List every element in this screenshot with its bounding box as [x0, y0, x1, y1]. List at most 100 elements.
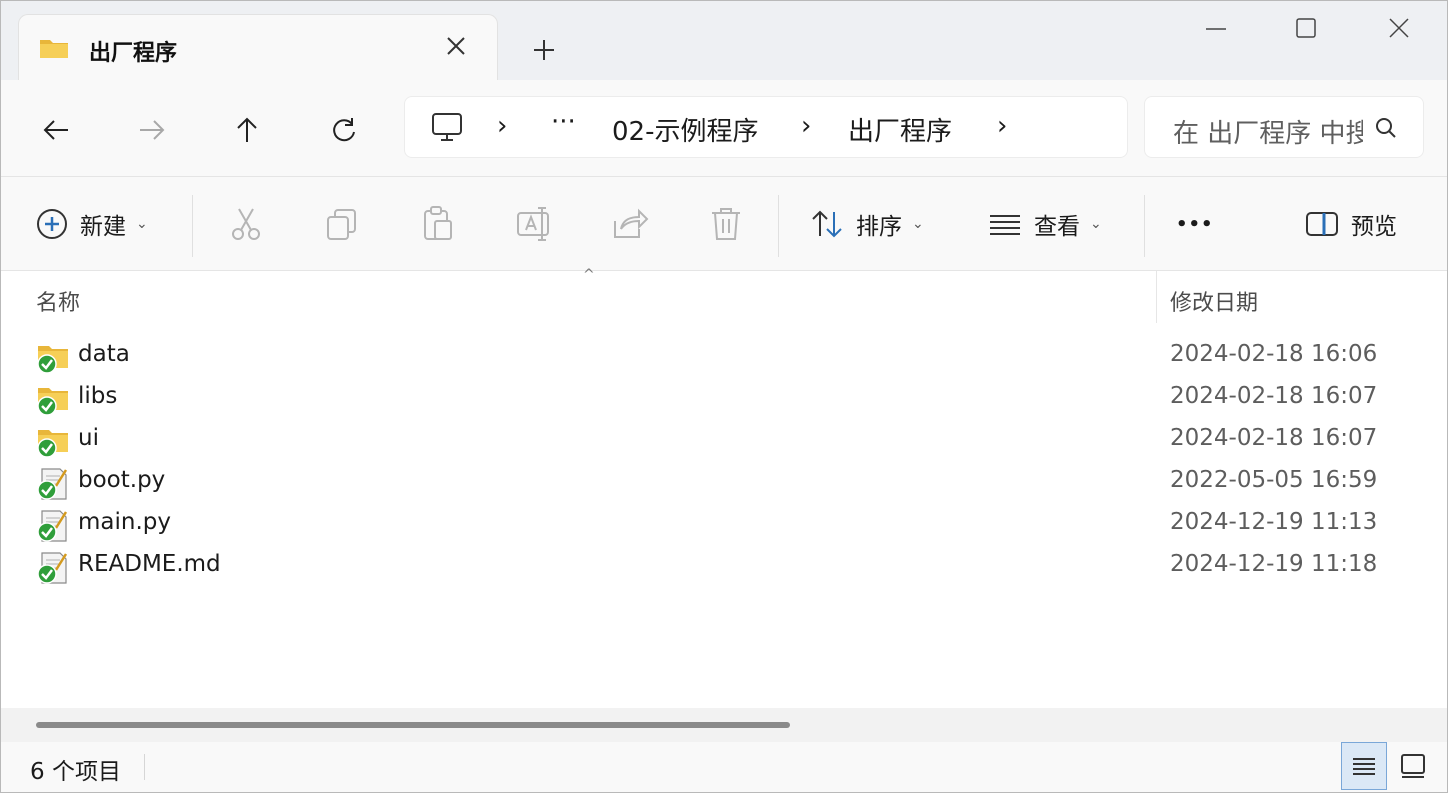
file-modified-date: 2024-02-18 16:07	[1170, 383, 1378, 409]
back-button[interactable]	[33, 108, 79, 152]
address-bar[interactable]: › ··· 02-示例程序 › 出厂程序 ›	[404, 96, 1128, 158]
navigation-bar: › ··· 02-示例程序 › 出厂程序 › 在 出厂程序 中搜索	[0, 80, 1448, 176]
maximize-button[interactable]	[1283, 8, 1329, 48]
file-modified-date: 2024-02-18 16:06	[1170, 341, 1378, 367]
this-pc-icon[interactable]	[431, 111, 463, 143]
more-options-icon: •••	[1176, 213, 1214, 235]
divider	[144, 754, 145, 780]
breadcrumb-separator[interactable]: ›	[997, 111, 1007, 141]
file-explorer-window: 出厂程序 › ··· 02-示例程序 › 出厂程序 › 在 出厂程序 中搜 新建…	[0, 0, 1448, 793]
tab-close-button[interactable]	[439, 29, 473, 63]
view-list-icon	[990, 215, 1020, 235]
up-arrow-icon	[237, 117, 257, 142]
back-arrow-icon	[43, 120, 68, 140]
preview-label: 预览	[1351, 214, 1397, 240]
file-row[interactable]: ui 2024-02-18 16:07	[0, 420, 1448, 462]
file-list-pane: ^ 名称 修改日期 data 2024-02-18 16:06 libs 2024-0…	[0, 267, 1448, 708]
status-bar: 6 个项目	[0, 742, 1448, 793]
title-bar: 出厂程序	[0, 0, 1448, 80]
file-synced-icon	[37, 552, 68, 584]
file-name[interactable]: boot.py	[78, 467, 165, 493]
divider	[192, 195, 193, 257]
refresh-button[interactable]	[321, 108, 367, 152]
search-input[interactable]: 在 出厂程序 中搜索	[1173, 113, 1363, 150]
breadcrumb-ellipsis[interactable]: ···	[551, 107, 576, 137]
details-view-button[interactable]	[1341, 742, 1387, 790]
column-header-modified[interactable]: 修改日期	[1170, 285, 1258, 317]
column-divider[interactable]	[1156, 271, 1157, 323]
sort-indicator-icon: ^	[583, 267, 595, 283]
view-label: 查看	[1034, 214, 1080, 240]
file-modified-date: 2024-12-19 11:13	[1170, 509, 1378, 535]
close-window-button[interactable]	[1376, 8, 1422, 48]
new-button[interactable]: 新建 ⌄	[36, 201, 148, 247]
file-modified-date: 2022-05-05 16:59	[1170, 467, 1378, 493]
divider	[778, 195, 779, 257]
file-name[interactable]: data	[78, 341, 130, 367]
file-row[interactable]: libs 2024-02-18 16:07	[0, 378, 1448, 420]
chevron-down-icon: ⌄	[136, 216, 148, 232]
refresh-icon	[333, 118, 355, 142]
file-name[interactable]: libs	[78, 383, 117, 409]
command-bar: 新建 ⌄ 排序 ⌄ 查看 ⌄ ••• 预览	[0, 176, 1448, 271]
file-row[interactable]: main.py 2024-12-19 11:13	[0, 504, 1448, 546]
chevron-down-icon: ⌄	[912, 216, 924, 232]
sort-arrows-icon	[812, 210, 842, 238]
file-name[interactable]: ui	[78, 425, 99, 451]
new-label: 新建	[80, 214, 126, 240]
new-plus-circle-icon	[37, 209, 67, 239]
column-header-name[interactable]: 名称	[36, 285, 80, 317]
folder-synced-icon	[37, 388, 68, 416]
file-row[interactable]: README.md 2024-12-19 11:18	[0, 546, 1448, 588]
file-modified-date: 2024-02-18 16:07	[1170, 425, 1378, 451]
file-row[interactable]: data 2024-02-18 16:06	[0, 336, 1448, 378]
folder-synced-icon	[37, 430, 68, 458]
more-options-button[interactable]: •••	[1176, 201, 1214, 247]
item-count: 6 个项目	[30, 759, 121, 785]
search-icon[interactable]	[1375, 117, 1397, 139]
search-box[interactable]: 在 出厂程序 中搜索	[1144, 96, 1424, 158]
breadcrumb-separator[interactable]: ›	[497, 111, 507, 141]
file-synced-icon	[37, 468, 68, 500]
share-icon[interactable]	[611, 205, 649, 243]
tab-title: 出厂程序	[89, 41, 178, 66]
sort-label: 排序	[856, 214, 902, 240]
breadcrumb-segment[interactable]: 02-示例程序	[612, 111, 758, 148]
sort-button[interactable]: 排序 ⌄	[810, 201, 924, 247]
file-name[interactable]: README.md	[78, 551, 221, 577]
view-button[interactable]: 查看 ⌄	[988, 201, 1102, 247]
scrollbar-thumb[interactable]	[36, 722, 790, 728]
folder-synced-icon	[37, 346, 68, 374]
copy-icon[interactable]	[323, 205, 361, 243]
preview-pane-button[interactable]: 预览	[1305, 201, 1397, 247]
forward-button[interactable]	[129, 108, 175, 152]
tiles-view-icon	[1401, 754, 1425, 778]
paste-icon[interactable]	[419, 205, 457, 243]
file-row[interactable]: boot.py 2022-05-05 16:59	[0, 462, 1448, 504]
maximize-icon	[1296, 18, 1316, 38]
file-synced-icon	[37, 510, 68, 542]
preview-pane-icon	[1306, 212, 1338, 236]
details-view-icon	[1353, 758, 1375, 775]
close-icon	[447, 37, 465, 55]
up-button[interactable]	[224, 108, 270, 152]
divider	[1144, 195, 1145, 257]
minimize-icon	[1206, 28, 1226, 30]
delete-icon[interactable]	[707, 205, 745, 243]
rename-icon[interactable]	[515, 205, 553, 243]
plus-icon	[534, 40, 554, 60]
forward-arrow-icon	[140, 120, 165, 140]
large-icons-view-button[interactable]	[1390, 742, 1436, 790]
breadcrumb-segment[interactable]: 出厂程序	[848, 111, 952, 148]
tab-current-folder[interactable]: 出厂程序	[18, 14, 498, 80]
close-icon	[1389, 18, 1409, 38]
file-modified-date: 2024-12-19 11:18	[1170, 551, 1378, 577]
chevron-down-icon: ⌄	[1090, 216, 1102, 232]
breadcrumb-separator[interactable]: ›	[801, 111, 811, 141]
folder-icon	[40, 40, 68, 58]
minimize-button[interactable]	[1193, 8, 1239, 48]
new-tab-button[interactable]	[522, 28, 566, 72]
horizontal-scrollbar[interactable]	[0, 708, 1448, 742]
cut-icon[interactable]	[227, 205, 265, 243]
file-name[interactable]: main.py	[78, 509, 171, 535]
